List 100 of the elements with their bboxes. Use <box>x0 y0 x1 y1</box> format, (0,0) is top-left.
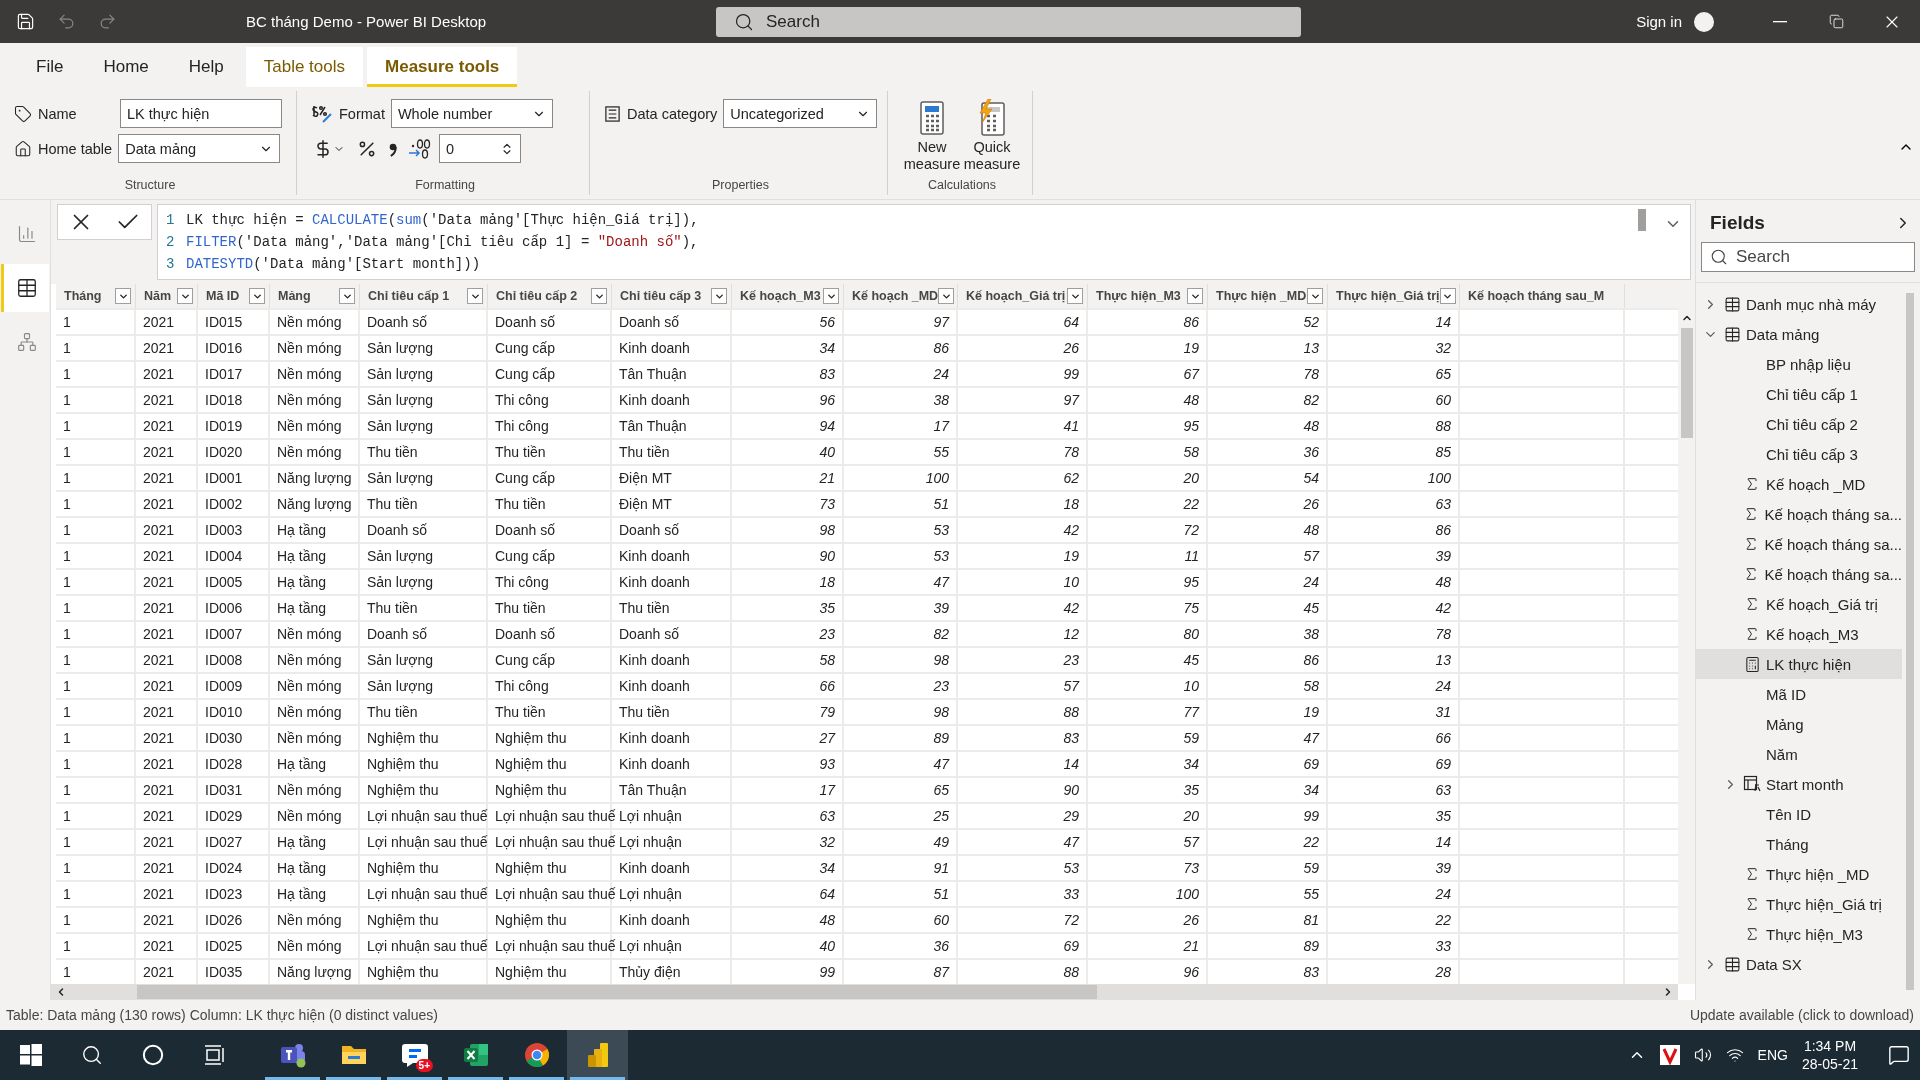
field-list-item[interactable]: Năm <box>1696 739 1902 769</box>
filter-button[interactable] <box>938 288 955 304</box>
sign-in-link[interactable]: Sign in <box>1636 13 1682 30</box>
home-table-dropdown[interactable]: Data mảng <box>118 134 281 163</box>
taskbar-app[interactable] <box>567 1030 628 1080</box>
taskbar-app[interactable]: 5+ <box>384 1030 445 1080</box>
filter-button[interactable] <box>467 288 483 304</box>
format-dropdown[interactable]: Whole number <box>390 99 553 128</box>
field-list-item[interactable]: BP nhập liệu <box>1696 349 1902 379</box>
field-list-item[interactable]: Chỉ tiêu cấp 1 <box>1696 379 1902 409</box>
field-list-item[interactable]: Start month <box>1696 769 1902 799</box>
field-list-item[interactable]: Data mảng <box>1696 319 1902 349</box>
column-header[interactable]: Chỉ tiêu cấp 2 <box>496 289 578 303</box>
view-button[interactable] <box>1 264 49 312</box>
field-list-item[interactable]: Thực hiện_M3 <box>1696 919 1902 949</box>
filter-button[interactable] <box>1067 288 1083 304</box>
table-cell: Nền móng <box>277 418 342 434</box>
field-list-item[interactable]: Mã ID <box>1696 679 1902 709</box>
undo-icon[interactable] <box>57 12 76 31</box>
field-list-item[interactable]: Thực hiện _MD <box>1696 859 1902 889</box>
filter-button[interactable] <box>249 288 265 304</box>
column-header[interactable]: Tháng <box>64 289 102 303</box>
clock-time[interactable]: 1:34 PM <box>1803 1038 1857 1054</box>
scrollbar-thumb[interactable] <box>1906 293 1914 990</box>
volume-icon[interactable] <box>1693 1046 1712 1064</box>
line-number: 3 <box>166 255 176 274</box>
field-list-item[interactable]: Chỉ tiêu cấp 2 <box>1696 409 1902 439</box>
field-list-item[interactable]: Chỉ tiêu cấp 3 <box>1696 439 1902 469</box>
filter-button[interactable] <box>1439 288 1456 304</box>
column-header[interactable]: Thực hiện _MD <box>1216 289 1307 303</box>
restore-icon <box>1828 14 1844 29</box>
filter-button[interactable] <box>591 288 607 304</box>
decimal-places-spinner[interactable]: 0 <box>439 134 521 163</box>
column-header[interactable]: Chỉ tiêu cấp 1 <box>368 289 450 303</box>
table-cell: 83 <box>819 366 835 382</box>
table-cell: 56 <box>819 314 835 330</box>
code-line: FILTER('Data mảng','Data mảng'[Chỉ tiêu cấp 1] = "Doanh số"), <box>186 233 699 252</box>
horizontal-scrollbar[interactable] <box>51 984 1678 1000</box>
table-cell: Nghiệm thu <box>367 756 439 772</box>
table-cell: Điện MT <box>619 470 672 486</box>
scrollbar-thumb[interactable] <box>1680 328 1693 438</box>
field-list-item[interactable]: LK thực hiện <box>1696 649 1902 679</box>
column-header[interactable]: Thực hiện_M3 <box>1096 289 1181 303</box>
filter-button[interactable] <box>711 288 727 304</box>
field-list-item[interactable]: Kế hoạch tháng sa... <box>1696 559 1902 589</box>
sigma-icon <box>1744 926 1760 942</box>
column-header[interactable]: Kế hoạch tháng sau_M <box>1468 289 1605 303</box>
filter-button[interactable] <box>115 288 131 304</box>
search-field[interactable]: Search <box>716 6 1301 37</box>
name-field[interactable]: LK thực hiện <box>120 99 282 128</box>
shield-icon[interactable] <box>1659 1045 1680 1065</box>
spinner-arrows-icon[interactable] <box>500 141 514 156</box>
field-list-item[interactable]: Tên ID <box>1696 799 1902 829</box>
vertical-scrollbar[interactable] <box>1678 284 1695 984</box>
language-indicator[interactable]: ENG <box>1757 1047 1788 1063</box>
column-header[interactable]: Chỉ tiêu cấp 3 <box>620 289 702 303</box>
search-field[interactable]: Search <box>1701 242 1915 272</box>
ribbon-tab[interactable]: Home <box>85 47 167 87</box>
filter-button[interactable] <box>823 288 839 304</box>
redo-icon[interactable] <box>98 12 117 31</box>
field-list-item[interactable]: Kế hoạch _MD <box>1696 469 1902 499</box>
field-list-item[interactable]: Thực hiện_Giá trị <box>1696 889 1902 919</box>
decrease-decimal-icon[interactable] <box>407 137 431 160</box>
filter-button[interactable] <box>1307 288 1323 304</box>
column-header[interactable]: Thực hiện_Giá trị <box>1336 289 1440 303</box>
notifications-icon[interactable] <box>1888 1044 1910 1066</box>
column-header[interactable]: Mã ID <box>206 289 240 303</box>
formula-editor[interactable]: 1 LK thực hiện = CALCULATE(sum('Data mảng'[Thực hiện_Giá trị]), 2 FILTER('Data mảng','Data mảng'[Chỉ tiêu cấp 1] = "Doanh số"), 3 DATESYTD('Data mảng'[Start month])) <box>157 204 1691 280</box>
table-cell: 12 <box>1063 626 1079 642</box>
field-list-item[interactable]: Kế hoạch tháng sa... <box>1696 499 1902 529</box>
table-cell: Lợi nhuận sau thuế <box>367 834 488 850</box>
column-header[interactable]: Kế hoạch_M3 <box>740 289 821 303</box>
measure-button[interactable]: Quick measure <box>962 99 1022 178</box>
column-header[interactable]: Năm <box>144 289 172 303</box>
column-header[interactable]: Mảng <box>278 289 311 303</box>
ribbon-tab[interactable]: Help <box>170 47 242 87</box>
table-cell: Doanh số <box>367 314 427 330</box>
filter-button[interactable] <box>177 288 193 304</box>
clock-date[interactable]: 28-05-21 <box>1801 1056 1858 1072</box>
filter-button[interactable] <box>1187 288 1203 304</box>
field-list-item[interactable]: Danh mục nhà máy <box>1696 289 1902 319</box>
measure-button[interactable]: New measure <box>902 99 962 178</box>
save-icon[interactable] <box>16 12 35 31</box>
field-list-item[interactable]: Kế hoạch_M3 <box>1696 619 1902 649</box>
field-list-item[interactable]: Tháng <box>1696 829 1902 859</box>
ribbon-tab[interactable]: Table tools <box>245 47 363 87</box>
update-link[interactable]: Update available (click to download) <box>1689 1007 1914 1023</box>
ribbon-tab[interactable]: File <box>18 47 82 87</box>
field-list-item[interactable]: Kế hoạch tháng sa... <box>1696 529 1902 559</box>
field-list-item[interactable]: Kế hoạch_Giá trị <box>1696 589 1902 619</box>
field-list-item[interactable]: Mảng <box>1696 709 1902 739</box>
scrollbar-thumb[interactable] <box>1638 209 1646 231</box>
field-list-item[interactable]: Data SX <box>1696 949 1902 979</box>
data-category-dropdown[interactable]: Uncategorized <box>723 99 877 128</box>
column-header[interactable]: Kế hoạch _MD <box>852 289 939 303</box>
calculator-icon <box>1743 655 1761 673</box>
filter-button[interactable] <box>339 288 355 304</box>
avatar[interactable] <box>1694 11 1714 32</box>
column-header[interactable]: Kế hoạch_Giá trị <box>966 289 1066 303</box>
ribbon-tab[interactable]: Measure tools <box>367 47 518 87</box>
